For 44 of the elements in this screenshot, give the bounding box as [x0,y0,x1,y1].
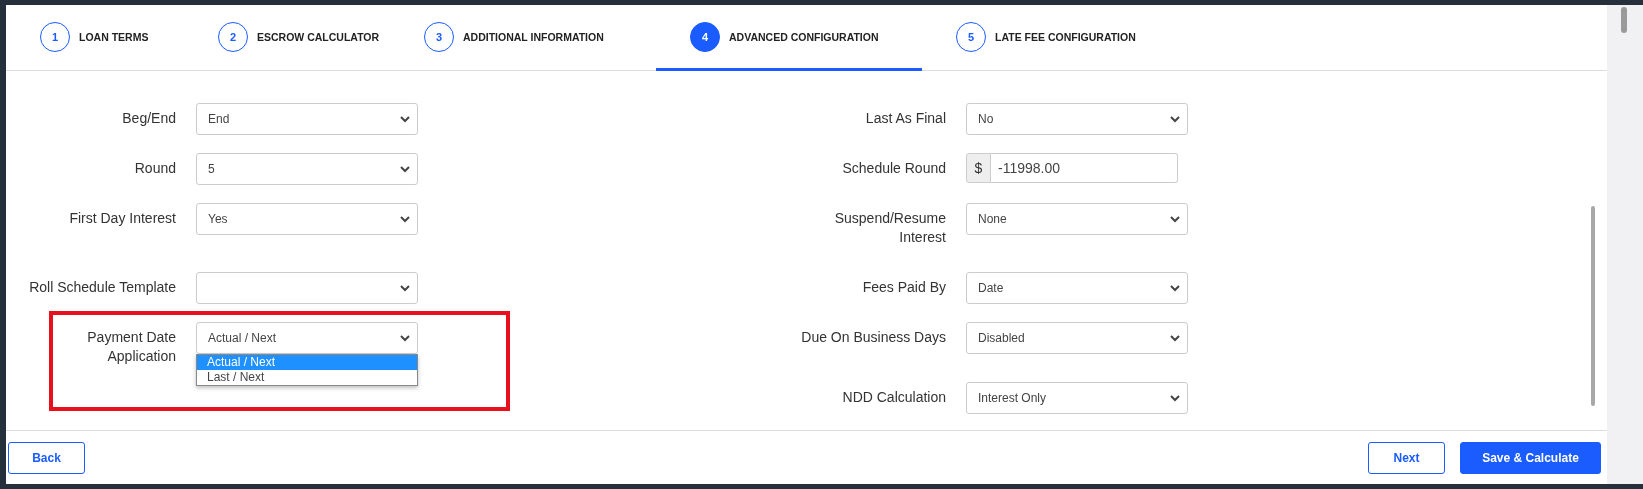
step-tab[interactable]: 1 LOAN TERMS [6,5,184,71]
field-label: Fees Paid By [861,278,946,297]
chevron-icon [399,165,411,173]
chevron-icon [399,284,411,292]
field-label: Payment Date Application [86,328,176,366]
dropdown[interactable]: Disabled [966,322,1188,354]
field-label: NDD Calculation [841,388,946,407]
step-tab[interactable]: 2 ESCROW CALCULATOR [184,5,390,71]
dropdown[interactable] [196,272,418,304]
field-label: Due On Business Days [800,328,946,347]
field-label: Last As Final [864,109,946,128]
input-field[interactable]: -11998.00 [991,153,1178,183]
field-label: Schedule Round [841,159,946,178]
field-label: First Day Interest [68,209,176,228]
field-label: Roll Schedule Template [28,278,176,297]
back-button[interactable]: Back [8,441,85,474]
dropdown[interactable]: No [966,103,1188,135]
dropdown[interactable]: End [196,103,418,135]
save-calculate-button[interactable]: Save & Calculate [1460,441,1601,474]
chevron-icon [1169,394,1181,402]
next-button[interactable]: Next [1368,441,1445,474]
field-label: Round [133,159,176,178]
chevron-icon [399,334,411,342]
chevron-icon [1169,284,1181,292]
dropdown[interactable]: Interest Only [966,382,1188,414]
dropdown[interactable]: None [966,203,1188,235]
chevron-icon [399,115,411,123]
step-tab[interactable]: 4 ADVANCED CONFIGURATION [656,5,922,71]
dropdown[interactable]: 5 [196,153,418,185]
scrollbar[interactable] [1621,7,1627,33]
chevron-icon [1169,115,1181,123]
dropdown[interactable]: Date [966,272,1188,304]
step-tab[interactable]: 5 LATE FEE CONFIGURATION [922,5,1158,71]
dropdown[interactable]: Actual / Next [196,322,418,354]
chevron-icon [399,215,411,223]
step-tab[interactable]: 3 ADDITIONAL INFORMATION [390,5,656,71]
field-label: Suspend/Resume Interest [833,209,946,247]
chevron-icon [1169,334,1181,342]
dropdown-option[interactable]: Last / Next [197,370,417,385]
scrollbar[interactable] [1591,206,1595,406]
dropdown[interactable]: Yes [196,203,418,235]
currency-prefix: $ [966,153,991,183]
field-label: Beg/End [121,109,176,128]
chevron-icon [1169,215,1181,223]
